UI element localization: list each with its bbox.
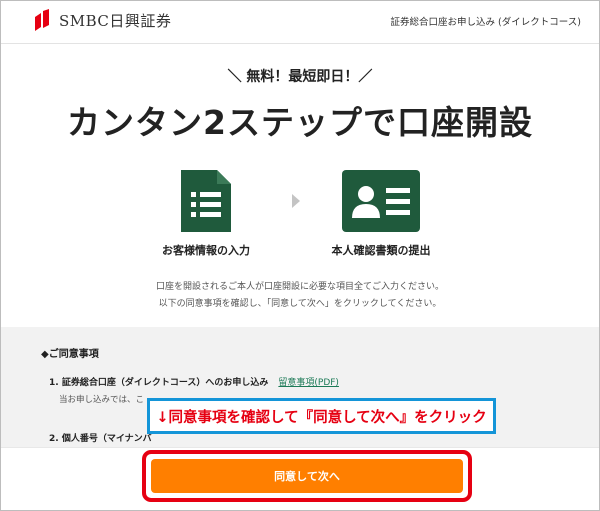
header: SMBC日興証券 証券総合口座お申し込み (ダイレクトコース): [1, 1, 599, 44]
hero-section: ＼ 無料！最短即日！／ カンタン2ステップで口座開設 お客様情報の入力 本人確認…: [1, 44, 599, 327]
term-item-1-detail: 当お申し込みでは、こ: [59, 395, 145, 405]
step-id-documents: 本人確認書類の提出: [311, 170, 451, 258]
instruction-annotation: ↓同意事項を確認して『同意して次へ』をクリック: [147, 398, 496, 434]
page-header-title: 証券総合口座お申し込み (ダイレクトコース): [390, 17, 581, 28]
step-customer-info-label: お客様情報の入力: [162, 244, 250, 257]
terms-title: ◆ご同意事項: [41, 349, 99, 360]
notes-pdf-link[interactable]: 留意事項(PDF): [278, 378, 339, 388]
term-item-1: 1. 証券総合口座（ダイレクトコース）へのお申し込み 留意事項(PDF): [49, 375, 339, 388]
logo[interactable]: SMBC日興証券: [33, 9, 171, 31]
tagline: ＼ 無料！最短即日！／: [227, 69, 373, 85]
smbc-logo-icon: [35, 9, 49, 31]
agree-next-button[interactable]: 同意して次へ: [151, 459, 463, 493]
step-arrow-icon: [292, 194, 300, 208]
logo-text: SMBC日興証券: [59, 11, 172, 30]
step-customer-info: お客様情報の入力: [156, 170, 256, 258]
term-item-2-label: 2. 個人番号（マイナンバ: [49, 434, 152, 444]
instruction-line-2: 以下の同意事項を確認し、「同意して次へ」をクリックしてください。: [158, 299, 442, 309]
page-title: カンタン2ステップで口座開設: [67, 103, 533, 142]
term-item-1-label: 1. 証券総合口座（ダイレクトコース）へのお申し込み: [49, 378, 269, 388]
instruction-text: 口座を開設されるご本人が口座開設に必要な項目全てご入力ください。 以下の同意事項…: [1, 279, 599, 313]
id-card-icon: [342, 170, 420, 232]
step-id-documents-label: 本人確認書類の提出: [331, 244, 431, 257]
document-list-icon: [181, 170, 231, 232]
instruction-line-1: 口座を開設されるご本人が口座開設に必要な項目全てご入力ください。: [155, 282, 444, 292]
page-frame: SMBC日興証券 証券総合口座お申し込み (ダイレクトコース) ＼ 無料！最短即…: [0, 0, 600, 511]
